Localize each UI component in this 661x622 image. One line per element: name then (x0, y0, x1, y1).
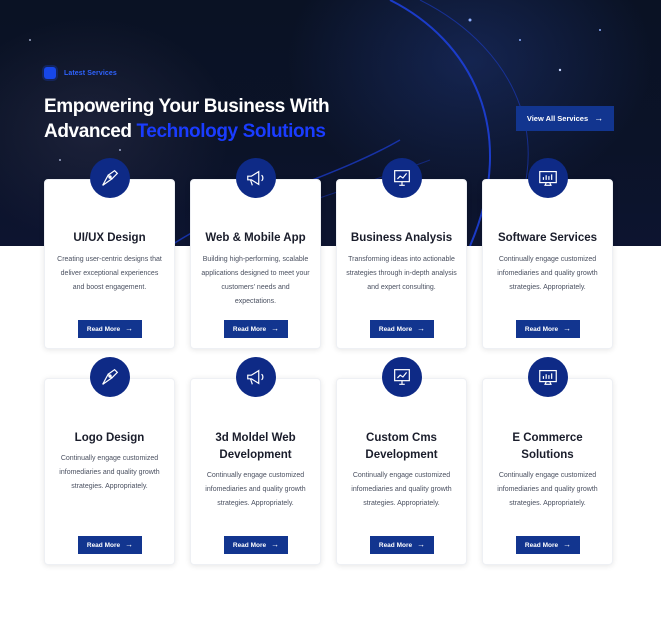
card-title: UI/UX Design (73, 232, 146, 244)
card-description: Continually engage customized infomediar… (205, 472, 306, 507)
monitor-analytics-icon (528, 158, 568, 198)
service-card-logo-design: Logo Design Continually engage customize… (44, 357, 175, 565)
service-card-ui-ux: UI/UX Design Creating user-centric desig… (44, 158, 175, 349)
eyebrow-icon (44, 67, 56, 79)
headline-line1: Empowering Your Business With (44, 96, 330, 117)
read-more-button[interactable]: Read More → (370, 536, 434, 554)
monitor-analytics-icon (528, 357, 568, 397)
service-card-3d-model-web: 3d Moldel Web Development Continually en… (190, 357, 321, 565)
card-description: Continually engage customized infomediar… (351, 472, 452, 507)
view-all-services-button[interactable]: View All Services → (516, 106, 614, 131)
read-more-label: Read More (86, 541, 121, 549)
card-description: Continually engage customized infomediar… (59, 455, 160, 490)
service-card-business-analysis: Business Analysis Transforming ideas int… (336, 158, 467, 349)
service-card-custom-cms: Custom Cms Development Continually engag… (336, 357, 467, 565)
megaphone-icon (236, 158, 276, 198)
headline-accent: Technology Solutions (136, 121, 326, 142)
arrow-right-icon: → (563, 540, 572, 549)
read-more-button[interactable]: Read More → (516, 320, 580, 338)
read-more-button[interactable]: Read More → (78, 536, 142, 554)
eyebrow-label: Latest Services (64, 69, 117, 77)
card-title: 3d Moldel Web Development (215, 432, 296, 461)
arrow-right-icon: → (417, 540, 426, 549)
view-all-label: View All Services (526, 114, 589, 123)
read-more-button[interactable]: Read More → (516, 536, 580, 554)
card-description: Building high-performing, scalable appli… (201, 256, 310, 305)
presentation-chart-icon (382, 357, 422, 397)
read-more-button[interactable]: Read More → (370, 320, 434, 338)
arrow-right-icon: → (417, 324, 426, 333)
arrow-right-icon: → (594, 113, 604, 123)
read-more-button[interactable]: Read More → (224, 320, 288, 338)
service-card-web-mobile: Web & Mobile App Building high-performin… (190, 158, 321, 349)
headline-plain: Advanced (44, 121, 132, 142)
section-headline: Empowering Your Business With Advanced T… (44, 94, 330, 144)
presentation-chart-icon (382, 158, 422, 198)
card-description: Creating user-centric designs that deliv… (57, 256, 162, 291)
card-title: E Commerce Solutions (512, 432, 583, 461)
design-pen-icon (90, 158, 130, 198)
service-card-e-commerce: E Commerce Solutions Continually engage … (482, 357, 613, 565)
card-title: Custom Cms Development (365, 432, 438, 461)
service-card-software-services: Software Services Continually engage cus… (482, 158, 613, 349)
read-more-label: Read More (378, 325, 413, 333)
card-description: Transforming ideas into actionable strat… (346, 256, 457, 291)
arrow-right-icon: → (125, 540, 134, 549)
design-pen-icon (90, 357, 130, 397)
read-more-label: Read More (524, 541, 559, 549)
headline-line2: Advanced Technology Solutions (44, 119, 329, 144)
card-title: Logo Design (74, 432, 145, 444)
megaphone-icon (236, 357, 276, 397)
section-eyebrow: Latest Services (44, 67, 117, 79)
read-more-button[interactable]: Read More → (224, 536, 288, 554)
read-more-label: Read More (232, 325, 267, 333)
arrow-right-icon: → (563, 324, 572, 333)
card-description: Continually engage customized infomediar… (497, 256, 598, 291)
arrow-right-icon: → (271, 324, 280, 333)
read-more-button[interactable]: Read More → (78, 320, 142, 338)
card-title: Business Analysis (350, 232, 453, 244)
read-more-label: Read More (232, 541, 267, 549)
read-more-label: Read More (86, 325, 121, 333)
arrow-right-icon: → (125, 324, 134, 333)
card-description: Continually engage customized infomediar… (497, 472, 598, 507)
arrow-right-icon: → (271, 540, 280, 549)
card-title: Web & Mobile App (205, 232, 306, 244)
read-more-label: Read More (524, 325, 559, 333)
card-title: Software Services (497, 232, 598, 244)
read-more-label: Read More (378, 541, 413, 549)
